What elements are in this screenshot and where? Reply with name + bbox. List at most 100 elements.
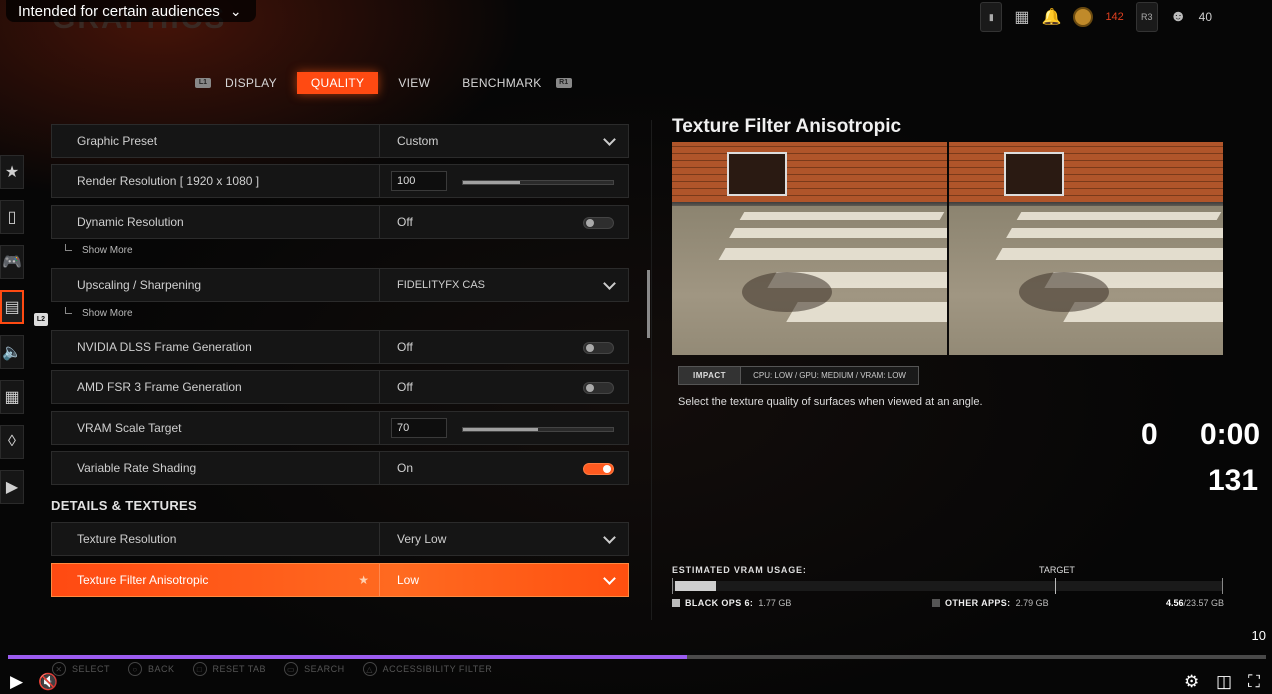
setting-texture-resolution[interactable]: Texture Resolution Very Low	[51, 522, 629, 556]
setting-upscaling[interactable]: Upscaling / Sharpening FIDELITYFX CAS	[51, 268, 629, 302]
chevron-down-icon[interactable]	[603, 133, 616, 146]
grid-menu-icon[interactable]: ▦	[1014, 7, 1029, 27]
setting-render-resolution[interactable]: Render Resolution [ 1920 x 1080 ] 100	[51, 164, 629, 198]
preview-image	[672, 142, 1223, 355]
setting-value: Custom	[397, 134, 439, 148]
player-count: 40	[1198, 10, 1212, 24]
setting-graphic-preset[interactable]: Graphic Preset Custom	[51, 124, 629, 158]
show-more-link[interactable]: Show More	[65, 307, 133, 319]
video-progress-bar[interactable]	[8, 655, 1266, 659]
setting-label: Graphic Preset	[52, 125, 380, 157]
l2-trigger-icon: L2	[34, 313, 48, 326]
fullscreen-icon[interactable]: ⛶	[1248, 672, 1260, 692]
render-resolution-slider[interactable]	[462, 180, 614, 185]
vram-total: 4.56/23.57 GB	[1165, 598, 1224, 608]
avatar[interactable]	[1073, 7, 1094, 27]
speaker-icon[interactable]: 🔈	[0, 335, 24, 369]
vram-target-marker	[1054, 578, 1056, 594]
setting-fsr3-frame-generation[interactable]: AMD FSR 3 Frame Generation Off	[51, 370, 629, 404]
setting-label: Upscaling / Sharpening	[52, 269, 380, 301]
dynamic-resolution-toggle[interactable]	[583, 217, 614, 229]
play-icon[interactable]: ▶	[10, 672, 23, 692]
fsr3-toggle[interactable]	[583, 382, 614, 394]
video-icon[interactable]: ▶	[0, 470, 24, 504]
favorite-star-icon[interactable]: ★	[358, 573, 369, 587]
chevron-down-icon[interactable]	[603, 572, 616, 585]
triangle-button-icon: △	[362, 662, 377, 676]
touchpad-icon: ▭	[284, 662, 299, 676]
setting-label: AMD FSR 3 Frame Generation	[52, 371, 380, 403]
setting-texture-filter-anisotropic[interactable]: Texture Filter Anisotropic ★ Low	[51, 563, 629, 597]
hint-back[interactable]: ○ BACK	[128, 662, 175, 676]
mouse-icon[interactable]: ▯	[0, 200, 24, 234]
star-icon[interactable]: ★	[0, 155, 24, 189]
chevron-down-icon[interactable]	[603, 277, 616, 290]
setting-dynamic-resolution[interactable]: Dynamic Resolution Off	[51, 205, 629, 239]
setting-value: On	[397, 461, 414, 475]
scrollbar[interactable]	[647, 270, 650, 338]
overlay-number: 10	[1251, 628, 1266, 643]
xp-count: 142	[1105, 11, 1124, 23]
hint-select[interactable]: ✕ SELECT	[52, 662, 110, 676]
graphics-icon[interactable]: ▤	[0, 290, 24, 324]
dlss-toggle[interactable]	[583, 342, 614, 354]
r1-bumper-icon: R1	[555, 78, 572, 88]
setting-dlss-frame-generation[interactable]: NVIDIA DLSS Frame Generation Off	[51, 330, 629, 364]
setting-label: Dynamic Resolution	[52, 206, 380, 238]
miniplayer-icon[interactable]: ◫	[1216, 672, 1232, 692]
impact-key: IMPACT	[679, 367, 741, 384]
vram-usage-label: ESTIMATED VRAM USAGE:	[672, 565, 807, 575]
show-more-link[interactable]: Show More	[65, 244, 133, 256]
vram-scale-input[interactable]: 70	[391, 418, 447, 438]
tab-view[interactable]: VIEW	[384, 72, 444, 94]
interface-icon[interactable]: ▦	[0, 380, 24, 414]
setting-label: Render Resolution [ 1920 x 1080 ]	[52, 165, 380, 197]
bell-icon[interactable]: 🔔	[1042, 7, 1062, 27]
tab-display[interactable]: DISPLAY	[211, 72, 291, 94]
overlay-time: 0:00	[1200, 418, 1261, 451]
vram-usage-bar	[672, 578, 1223, 594]
section-heading: DETAILS & TEXTURES	[51, 498, 198, 513]
square-button-icon: □	[192, 662, 207, 676]
render-resolution-input[interactable]: 100	[391, 171, 447, 191]
setting-vram-scale-target[interactable]: VRAM Scale Target 70	[51, 411, 629, 445]
setting-value: FIDELITYFX CAS	[397, 279, 486, 291]
hint-reset-tab[interactable]: □ RESET TAB	[192, 662, 267, 676]
network-icon[interactable]: ◊	[0, 425, 24, 459]
setting-label: VRAM Scale Target	[52, 412, 380, 444]
vram-legend-bo6: BLACK OPS 6: 1.77 GB	[672, 598, 791, 608]
controller-icon[interactable]: 🎮	[0, 245, 24, 279]
vram-legend-other: OTHER APPS: 2.79 GB	[932, 598, 1049, 608]
r3-button-icon[interactable]: R3	[1135, 2, 1158, 32]
setting-label: Texture Resolution	[52, 523, 380, 555]
tab-benchmark[interactable]: BENCHMARK	[444, 72, 555, 94]
setting-label: Variable Rate Shading	[52, 452, 380, 484]
setting-value: Very Low	[397, 532, 447, 546]
overlay-score: 0	[1141, 418, 1158, 451]
top-hud: ▮ ▦ 🔔 142 R3 ☻ 40	[980, 2, 1212, 32]
vrs-toggle[interactable]	[583, 463, 614, 475]
chevron-down-icon[interactable]	[603, 531, 616, 544]
setting-variable-rate-shading[interactable]: Variable Rate Shading On	[51, 451, 629, 485]
setting-value: Off	[397, 215, 413, 229]
overlay-count: 131	[1208, 464, 1259, 497]
party-icon[interactable]: ☻	[1170, 8, 1187, 26]
setting-description: Select the texture quality of surfaces w…	[678, 396, 983, 408]
settings-gear-icon[interactable]: ⚙	[1184, 672, 1199, 692]
tab-quality[interactable]: QUALITY	[296, 72, 379, 94]
l1-bumper-icon: L1	[195, 78, 211, 88]
circle-button-icon: ○	[128, 662, 143, 676]
audience-banner[interactable]: Intended for certain audiences ⌄	[6, 0, 256, 22]
mute-icon[interactable]: 🔇	[38, 672, 58, 692]
setting-value: Low	[397, 573, 420, 587]
divider	[651, 120, 652, 620]
vram-scale-slider[interactable]	[462, 427, 614, 432]
impact-value: CPU: LOW / GPU: MEDIUM / VRAM: LOW	[740, 367, 918, 384]
options-button-icon[interactable]: ▮	[980, 2, 1003, 32]
hint-search[interactable]: ▭ SEARCH	[284, 662, 345, 676]
button-hints: ✕ SELECT ○ BACK □ RESET TAB ▭ SEARCH △ ACCESS…	[52, 662, 492, 676]
setting-label: NVIDIA DLSS Frame Generation	[52, 331, 380, 363]
hint-accessibility-filter[interactable]: △ ACCESSIBILITY FILTER	[362, 662, 493, 676]
side-nav: ★ ▯ 🎮 ▤ 🔈 ▦ ◊ ▶	[0, 155, 24, 515]
setting-label: Texture Filter Anisotropic ★	[52, 564, 380, 596]
